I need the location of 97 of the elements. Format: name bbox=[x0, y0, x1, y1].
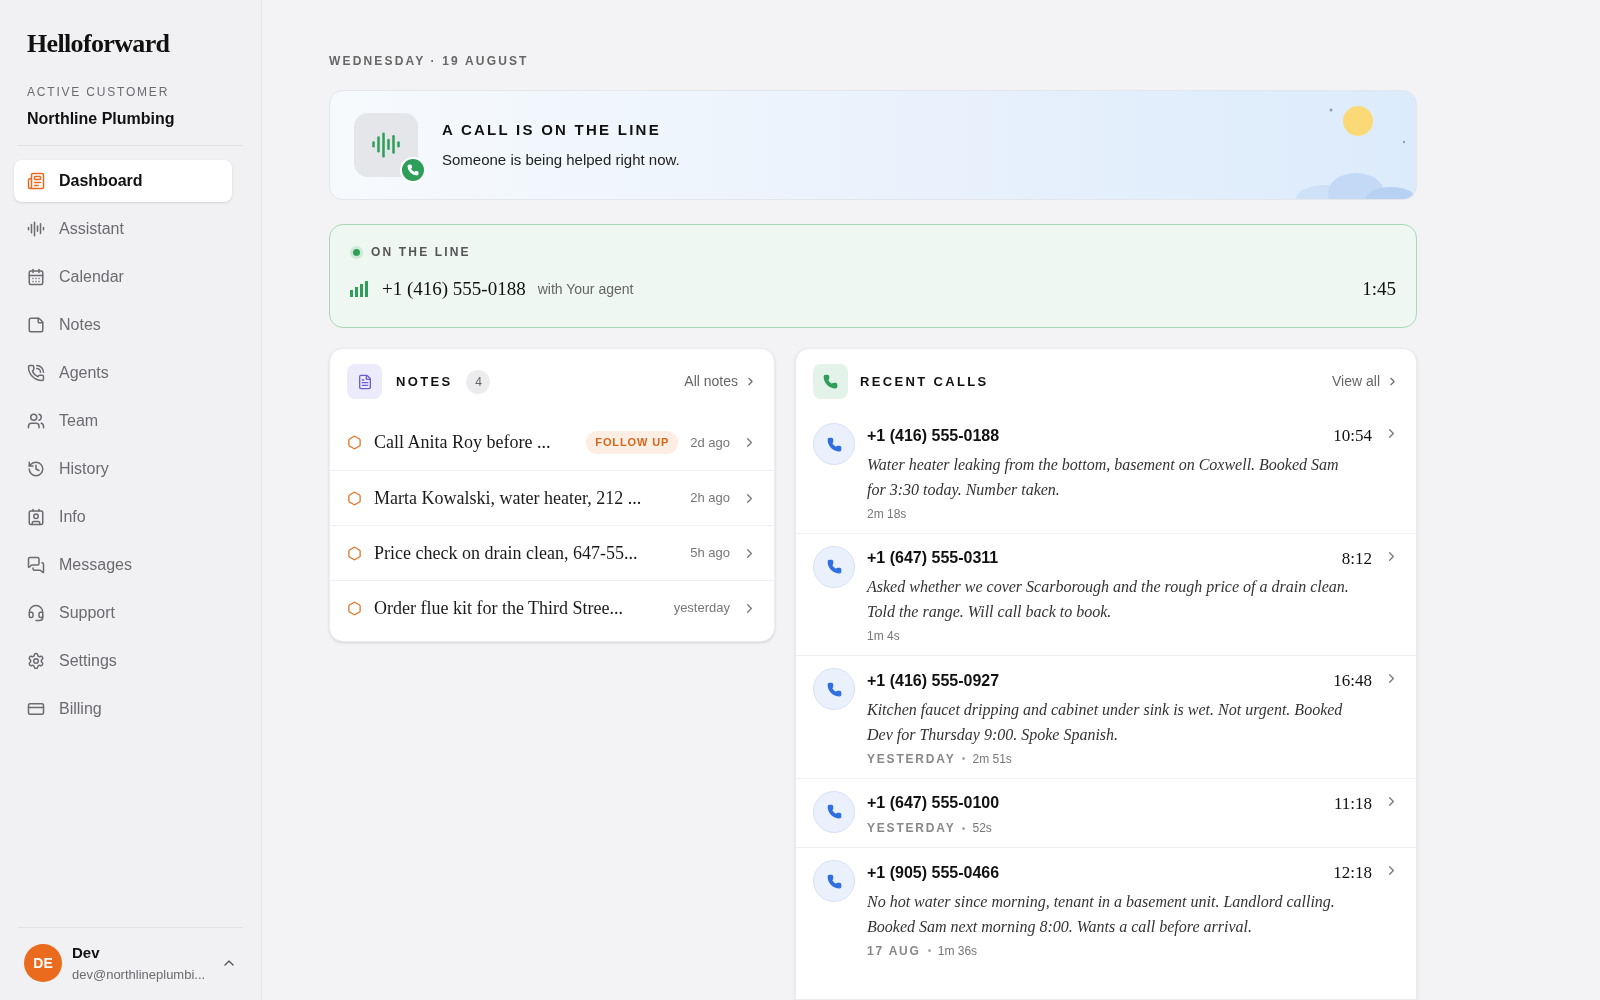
settings-icon bbox=[27, 652, 45, 670]
note-text: Marta Kowalski, water heater, 212 ... bbox=[374, 486, 643, 510]
count-badge: 4 bbox=[466, 369, 491, 394]
note-row[interactable]: Order flue kit for the Third Stree... yesterday bbox=[330, 580, 774, 635]
nav-item[interactable]: Billing bbox=[14, 688, 232, 730]
nav-item[interactable]: Calendar bbox=[14, 256, 232, 298]
app-logo: Helloforward bbox=[26, 28, 171, 60]
nav-item[interactable]: Dashboard bbox=[14, 160, 232, 202]
phone-icon bbox=[826, 436, 842, 452]
call-time: 11:18 bbox=[1333, 792, 1372, 815]
audio-wave-icon bbox=[371, 130, 401, 160]
user-name: Dev bbox=[72, 943, 101, 963]
call-number: +1 (416) 555-0927 bbox=[867, 670, 1000, 691]
newspaper-icon bbox=[27, 172, 45, 190]
live-dot-icon bbox=[350, 245, 363, 259]
caller-number: +1 (416) 555-0188 bbox=[382, 277, 526, 301]
nav-item[interactable]: Info bbox=[14, 496, 232, 538]
call-row[interactable]: +1 (416) 555-0927 16:48 Kitchen faucet dripping and cabinet under sink is wet. Not urgent. Booked Dev for Thursday 9:00. Spoke Spanish. YESTERDAY 2m 51s bbox=[796, 655, 1416, 778]
note-time: 2h ago bbox=[690, 489, 730, 508]
phone-icon bbox=[826, 559, 842, 574]
call-length: 2m 18s bbox=[867, 505, 907, 523]
customer-name: Northline Plumbing bbox=[26, 109, 176, 129]
date-label: WEDNESDAY · 19 AUGUST bbox=[329, 53, 530, 70]
call-length: 1m 36s bbox=[937, 942, 978, 960]
nav-item[interactable]: Support bbox=[14, 592, 232, 634]
note-row[interactable]: Marta Kowalski, water heater, 212 ... 2h ago bbox=[330, 470, 774, 525]
call-summary: Kitchen faucet dripping and cabinet under sink is wet. Not urgent. Booked Dev for Thursday 9:00. Spoke Spanish. bbox=[867, 699, 1344, 746]
agent-label: with Your agent bbox=[537, 279, 634, 299]
call-duration: 1:45 bbox=[1362, 277, 1396, 301]
phone-icon bbox=[407, 164, 419, 176]
all-notes-link[interactable]: All notes bbox=[684, 371, 757, 392]
call-length: 52s bbox=[972, 820, 992, 837]
call-summary: No hot water since morning, tenant in a basement unit. Landlord calling. Booked Sam next morning 8:00. Wants a call before arrival. bbox=[867, 891, 1336, 938]
note-text: Price check on drain clean, 647-55... bbox=[374, 541, 639, 565]
call-time: 8:12 bbox=[1341, 547, 1372, 570]
call-number: +1 (647) 555-0100 bbox=[867, 793, 1000, 814]
banner-title: A CALL IS ON THE LINE bbox=[442, 119, 662, 140]
note-text: Call Anita Roy before ... bbox=[374, 431, 552, 454]
nav-item[interactable]: Agents bbox=[14, 352, 232, 394]
note-time: yesterday bbox=[673, 599, 730, 618]
follow-up-tag: FOLLOW UP bbox=[586, 431, 679, 454]
calendar-icon bbox=[27, 268, 45, 286]
call-row[interactable]: +1 (647) 555-0100 11:18 YESTERDAY 52s bbox=[796, 777, 1416, 847]
nav-item[interactable]: History bbox=[14, 448, 232, 490]
note-time: 2d ago bbox=[690, 433, 730, 452]
history-icon bbox=[27, 460, 45, 478]
sticky-note-icon bbox=[27, 316, 45, 334]
nav-item[interactable]: Messages bbox=[14, 544, 232, 586]
nav-item[interactable]: Settings bbox=[14, 640, 232, 682]
call-length: 1m 4s bbox=[867, 628, 900, 645]
credit-card-icon bbox=[27, 700, 45, 718]
call-row[interactable]: +1 (905) 555-0466 12:18 No hot water since morning, tenant in a basement unit. Landlord calling. Booked Sam next morning 8:00. Wants a call before arrival. 17 AUG 1m 36s bbox=[796, 847, 1416, 970]
note-text: Order flue kit for the Third Stree... bbox=[374, 596, 625, 620]
user-avatar: DE bbox=[24, 944, 62, 982]
note-time: 5h ago bbox=[690, 544, 730, 563]
banner-subtitle: Someone is being helped right now. bbox=[442, 150, 680, 170]
section-label: ACTIVE CUSTOMER bbox=[26, 84, 171, 101]
phone-icon bbox=[826, 873, 842, 889]
nav-item[interactable]: Notes bbox=[14, 304, 232, 346]
phone-call-icon bbox=[27, 364, 45, 382]
people-icon bbox=[27, 412, 45, 430]
nav-item[interactable]: Assistant bbox=[14, 208, 232, 250]
nav-item[interactable]: Team bbox=[14, 400, 232, 442]
call-time: 10:54 bbox=[1333, 425, 1372, 447]
card-title: NOTES bbox=[396, 372, 453, 391]
call-day: 17 AUG bbox=[867, 941, 921, 960]
user-email: dev@northlineplumbi... bbox=[72, 965, 207, 984]
hexagon-icon bbox=[347, 545, 362, 561]
chat-bubbles-icon bbox=[27, 556, 45, 574]
call-time: 16:48 bbox=[1333, 670, 1372, 692]
call-row[interactable]: +1 (416) 555-0188 10:54 Water heater leaking from the bottom, basement on Coxwell. Booked Sam for 3:30 today. Number taken. 2m 18s bbox=[796, 411, 1416, 533]
phone-icon bbox=[826, 681, 842, 697]
note-row[interactable]: Call Anita Roy before ... FOLLOW UP 2d ago bbox=[330, 415, 774, 470]
card-title: RECENT CALLS bbox=[860, 372, 989, 391]
call-time: 12:18 bbox=[1333, 862, 1372, 884]
contact-card-icon bbox=[27, 508, 45, 526]
document-icon bbox=[356, 373, 373, 390]
call-length: 2m 51s bbox=[972, 750, 1012, 768]
call-row[interactable]: +1 (647) 555-0311 8:12 Asked whether we cover Scarborough and the rough price of a drain clean. Told the range. Will call back to book. 1m 4s bbox=[796, 532, 1416, 655]
hexagon-icon bbox=[347, 490, 362, 506]
phone-icon bbox=[826, 804, 842, 819]
phone-icon bbox=[823, 374, 838, 389]
headset-icon bbox=[27, 604, 45, 622]
live-label: ON THE LINE bbox=[371, 244, 471, 261]
note-row[interactable]: Price check on drain clean, 647-55... 5h ago bbox=[330, 525, 774, 580]
hexagon-icon bbox=[347, 435, 362, 450]
call-number: +1 (647) 555-0311 bbox=[867, 548, 999, 569]
call-summary: Water heater leaking from the bottom, basement on Coxwell. Booked Sam for 3:30 today. Number taken. bbox=[867, 454, 1340, 501]
call-day: YESTERDAY bbox=[867, 819, 956, 837]
signal-bars-icon bbox=[350, 281, 370, 298]
call-summary: Asked whether we cover Scarborough and the rough price of a drain clean. Told the range. Will call back to book. bbox=[867, 577, 1350, 623]
hexagon-icon bbox=[347, 600, 362, 616]
call-day: YESTERDAY bbox=[867, 749, 956, 768]
call-number: +1 (416) 555-0188 bbox=[867, 425, 1000, 446]
audio-wave-icon bbox=[27, 220, 45, 238]
call-number: +1 (905) 555-0466 bbox=[867, 862, 1000, 883]
view-all-link[interactable]: View all bbox=[1332, 371, 1399, 392]
